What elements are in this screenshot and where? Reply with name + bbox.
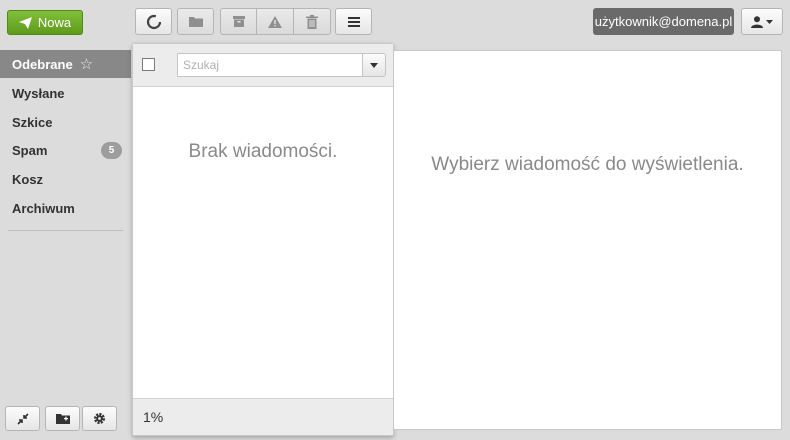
search-options-button[interactable] bbox=[362, 53, 386, 77]
message-list-footer: 1% bbox=[133, 398, 393, 435]
folder-spam[interactable]: Spam 5 bbox=[0, 136, 131, 164]
caret-down-icon bbox=[370, 62, 378, 68]
message-list-header bbox=[133, 44, 393, 87]
folder-drafts[interactable]: Szkice bbox=[0, 108, 131, 136]
user-menu-button[interactable] bbox=[741, 8, 783, 35]
folder-label: Spam bbox=[12, 142, 48, 158]
account-email: użytkownik@domena.pl bbox=[593, 8, 734, 35]
warning-icon bbox=[268, 15, 282, 28]
compress-arrows-icon bbox=[16, 412, 29, 425]
archive-box-icon bbox=[232, 16, 245, 27]
folder-icon bbox=[188, 17, 203, 27]
message-preview-pane: Wybierz wiadomość do wyświetlenia. bbox=[393, 50, 782, 430]
trash-icon bbox=[306, 14, 318, 29]
gear-icon bbox=[94, 413, 105, 424]
collapse-button[interactable] bbox=[5, 406, 40, 431]
spam-button[interactable] bbox=[257, 8, 294, 35]
star-icon[interactable]: ☆ bbox=[80, 55, 93, 73]
folder-label: Archiwum bbox=[12, 200, 75, 216]
quota-usage: 1% bbox=[143, 409, 164, 425]
search-input[interactable] bbox=[177, 53, 363, 77]
menu-icon bbox=[347, 16, 360, 27]
select-all-checkbox[interactable] bbox=[142, 58, 155, 71]
message-list-panel: Brak wiadomości. 1% bbox=[132, 43, 394, 436]
preview-placeholder-message: Wybierz wiadomość do wyświetlenia. bbox=[431, 154, 744, 175]
archive-button[interactable] bbox=[220, 8, 257, 35]
folder-trash[interactable]: Kosz bbox=[0, 165, 131, 193]
delete-button[interactable] bbox=[294, 8, 331, 35]
caret-down-icon bbox=[766, 19, 773, 24]
folder-label: Wysłane bbox=[12, 85, 65, 101]
folder-inbox[interactable]: Odebrane ☆ bbox=[0, 50, 131, 78]
refresh-button[interactable] bbox=[135, 8, 172, 35]
new-message-button[interactable]: Nowa bbox=[7, 10, 83, 35]
folder-label: Kosz bbox=[12, 171, 44, 187]
paper-plane-icon bbox=[18, 16, 32, 29]
message-actions-group bbox=[220, 8, 331, 35]
add-folder-button[interactable] bbox=[45, 406, 80, 431]
empty-list-message: Brak wiadomości. bbox=[188, 141, 338, 162]
new-message-label: Nowa bbox=[37, 15, 72, 30]
more-menu-button[interactable] bbox=[335, 8, 372, 35]
user-icon bbox=[751, 15, 763, 28]
settings-button[interactable] bbox=[82, 406, 117, 431]
spinner-icon bbox=[146, 14, 161, 29]
folder-archive[interactable]: Archiwum bbox=[0, 194, 131, 222]
folder-label: Szkice bbox=[12, 114, 53, 130]
move-to-folder-button[interactable] bbox=[177, 8, 214, 35]
unread-count-badge: 5 bbox=[101, 142, 122, 159]
folder-label: Odebrane bbox=[12, 56, 73, 72]
sidebar-divider bbox=[8, 230, 123, 231]
folder-sidebar: Odebrane ☆ Wysłane Szkice Spam 5 Kosz Ar… bbox=[0, 50, 131, 440]
folder-sent[interactable]: Wysłane bbox=[0, 79, 131, 107]
folder-plus-icon bbox=[55, 414, 70, 424]
